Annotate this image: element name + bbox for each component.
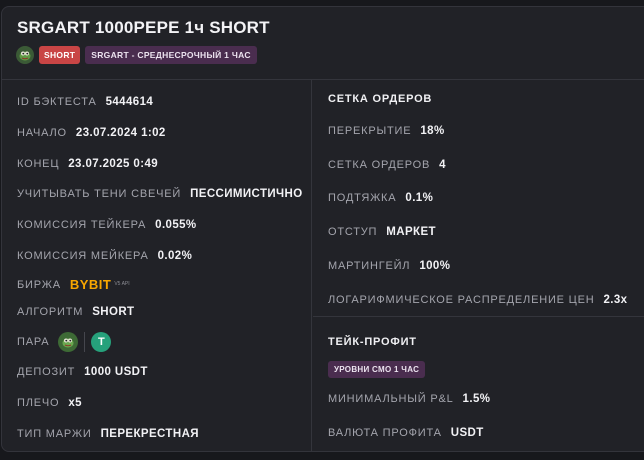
start-value: 23.07.2024 1:02 xyxy=(75,127,166,139)
profit-currency-label: ВАЛЮТА ПРОФИТА xyxy=(328,427,442,439)
margin-type-label: ТИП МАРЖИ xyxy=(17,428,92,440)
take-profit-levels-badge: УРОВНИ СМО 1 ЧАС xyxy=(328,361,426,378)
take-profit-section-header: ТЕЙК-ПРОФИТ xyxy=(328,336,417,348)
min-pnl-value: 1.5% xyxy=(462,393,491,405)
overlap-label: ПЕРЕКРЫТИЕ xyxy=(328,125,412,137)
take-profit-section-title: ТЕЙК-ПРОФИТ xyxy=(328,336,417,348)
pullup-value: 0.1% xyxy=(405,192,434,204)
taker-fee-row: КОМИССИЯ ТЕЙКЕРА 0.055% xyxy=(17,219,197,231)
margin-type-value: ПЕРЕКРЕСТНАЯ xyxy=(100,428,199,440)
orders-value: 4 xyxy=(439,159,446,171)
martingale-value: 100% xyxy=(419,260,451,272)
taker-fee-label: КОМИССИЯ ТЕЙКЕРА xyxy=(17,219,147,231)
pair-divider xyxy=(84,332,86,352)
card-header: SRGART 1000PEPE 1ч SHORT SHORT SRGART - … xyxy=(2,7,644,80)
usdt-glyph: T xyxy=(98,336,105,348)
page-title: SRGART 1000PEPE 1ч SHORT xyxy=(17,18,270,37)
start-label: НАЧАЛО xyxy=(17,127,67,139)
margin-type-row: ТИП МАРЖИ ПЕРЕКРЕСТНАЯ xyxy=(17,428,199,440)
algorithm-value: SHORT xyxy=(92,306,135,318)
maker-fee-label: КОМИССИЯ МЕЙКЕРА xyxy=(17,250,149,262)
backtest-id-label: ID БЭКТЕСТА xyxy=(17,96,97,108)
overlap-row: ПЕРЕКРЫТИЕ 18% xyxy=(328,125,445,137)
backtest-id-value: 5444614 xyxy=(105,96,154,108)
log-distribution-value: 2.3x xyxy=(603,294,628,306)
algorithm-row: АЛГОРИТМ SHORT xyxy=(17,306,134,318)
direction-badge: SHORT xyxy=(39,46,81,64)
deposit-value: 1000 USDT xyxy=(84,366,148,378)
strategy-badge: SRGART - СРЕДНЕСРОЧНЫЙ 1 ЧАС xyxy=(85,46,257,64)
taker-fee-value: 0.055% xyxy=(155,219,197,231)
backtest-id-row: ID БЭКТЕСТА 5444614 xyxy=(17,96,153,108)
overlap-value: 18% xyxy=(420,125,445,137)
usdt-coin-icon: T xyxy=(91,332,112,352)
indent-label: ОТСТУП xyxy=(328,226,378,238)
profit-currency-row: ВАЛЮТА ПРОФИТА USDT xyxy=(328,427,484,439)
end-label: КОНЕЦ xyxy=(17,158,60,170)
pepe-avatar-icon xyxy=(16,46,34,64)
pepe-coin-icon xyxy=(58,332,79,352)
take-profit-badge-row: УРОВНИ СМО 1 ЧАС xyxy=(328,361,426,378)
martingale-row: МАРТИНГЕЙЛ 100% xyxy=(328,260,450,272)
algorithm-label: АЛГОРИТМ xyxy=(17,306,84,318)
bybit-api-version: V5 API xyxy=(114,281,130,287)
end-value: 23.07.2025 0:49 xyxy=(68,158,159,170)
candle-shadows-value: ПЕССИМИСТИЧНО xyxy=(190,188,303,200)
orders-row: СЕТКА ОРДЕРОВ 4 xyxy=(328,159,446,171)
candle-shadows-row: УЧИТЫВАТЬ ТЕНИ СВЕЧЕЙ ПЕССИМИСТИЧНО xyxy=(17,188,303,200)
start-row: НАЧАЛО 23.07.2024 1:02 xyxy=(17,127,166,139)
min-pnl-label: МИНИМАЛЬНЫЙ P&L xyxy=(328,393,454,405)
end-row: КОНЕЦ 23.07.2025 0:49 xyxy=(17,158,158,170)
backtest-card: SRGART 1000PEPE 1ч SHORT SHORT SRGART - … xyxy=(1,6,644,452)
bybit-logo: BYBIT V5 API xyxy=(70,277,130,292)
grid-params-column: СЕТКА ОРДЕРОВ ПЕРЕКРЫТИЕ 18% СЕТКА ОРДЕР… xyxy=(313,80,644,451)
leverage-label: ПЛЕЧО xyxy=(17,397,60,409)
maker-fee-row: КОМИССИЯ МЕЙКЕРА 0.02% xyxy=(17,250,192,262)
leverage-value: x5 xyxy=(68,397,82,409)
log-distribution-row: ЛОГАРИФМИЧЕСКОЕ РАСПРЕДЕЛЕНИЕ ЦЕН 2.3x xyxy=(328,294,627,306)
min-pnl-row: МИНИМАЛЬНЫЙ P&L 1.5% xyxy=(328,393,490,405)
pair-label: ПАРА xyxy=(17,336,50,348)
indent-row: ОТСТУП МАРКЕТ xyxy=(328,226,436,238)
leverage-row: ПЛЕЧО x5 xyxy=(17,397,82,409)
pair-icons: T xyxy=(58,332,112,352)
indent-value: МАРКЕТ xyxy=(386,226,436,238)
badge-row: SHORT SRGART - СРЕДНЕСРОЧНЫЙ 1 ЧАС xyxy=(16,46,257,64)
exchange-row: БИРЖА BYBIT V5 API xyxy=(17,277,130,292)
maker-fee-value: 0.02% xyxy=(157,250,193,262)
bybit-logo-text: BYBIT xyxy=(69,277,112,292)
deposit-row: ДЕПОЗИТ 1000 USDT xyxy=(17,366,148,378)
log-distribution-label: ЛОГАРИФМИЧЕСКОЕ РАСПРЕДЕЛЕНИЕ ЦЕН xyxy=(328,294,595,306)
pullup-label: ПОДТЯЖКА xyxy=(328,192,397,204)
pair-row: ПАРА T xyxy=(17,332,112,352)
section-divider xyxy=(313,316,644,317)
deposit-label: ДЕПОЗИТ xyxy=(17,366,76,378)
grid-section-header: СЕТКА ОРДЕРОВ xyxy=(328,93,432,105)
pullup-row: ПОДТЯЖКА 0.1% xyxy=(328,192,433,204)
orders-label: СЕТКА ОРДЕРОВ xyxy=(328,159,431,171)
backtest-params-column: ID БЭКТЕСТА 5444614 НАЧАЛО 23.07.2024 1:… xyxy=(2,80,312,451)
profit-currency-value: USDT xyxy=(450,427,484,439)
exchange-label: БИРЖА xyxy=(17,278,61,291)
martingale-label: МАРТИНГЕЙЛ xyxy=(328,260,411,272)
grid-section-title: СЕТКА ОРДЕРОВ xyxy=(328,93,433,105)
candle-shadows-label: УЧИТЫВАТЬ ТЕНИ СВЕЧЕЙ xyxy=(17,188,182,200)
